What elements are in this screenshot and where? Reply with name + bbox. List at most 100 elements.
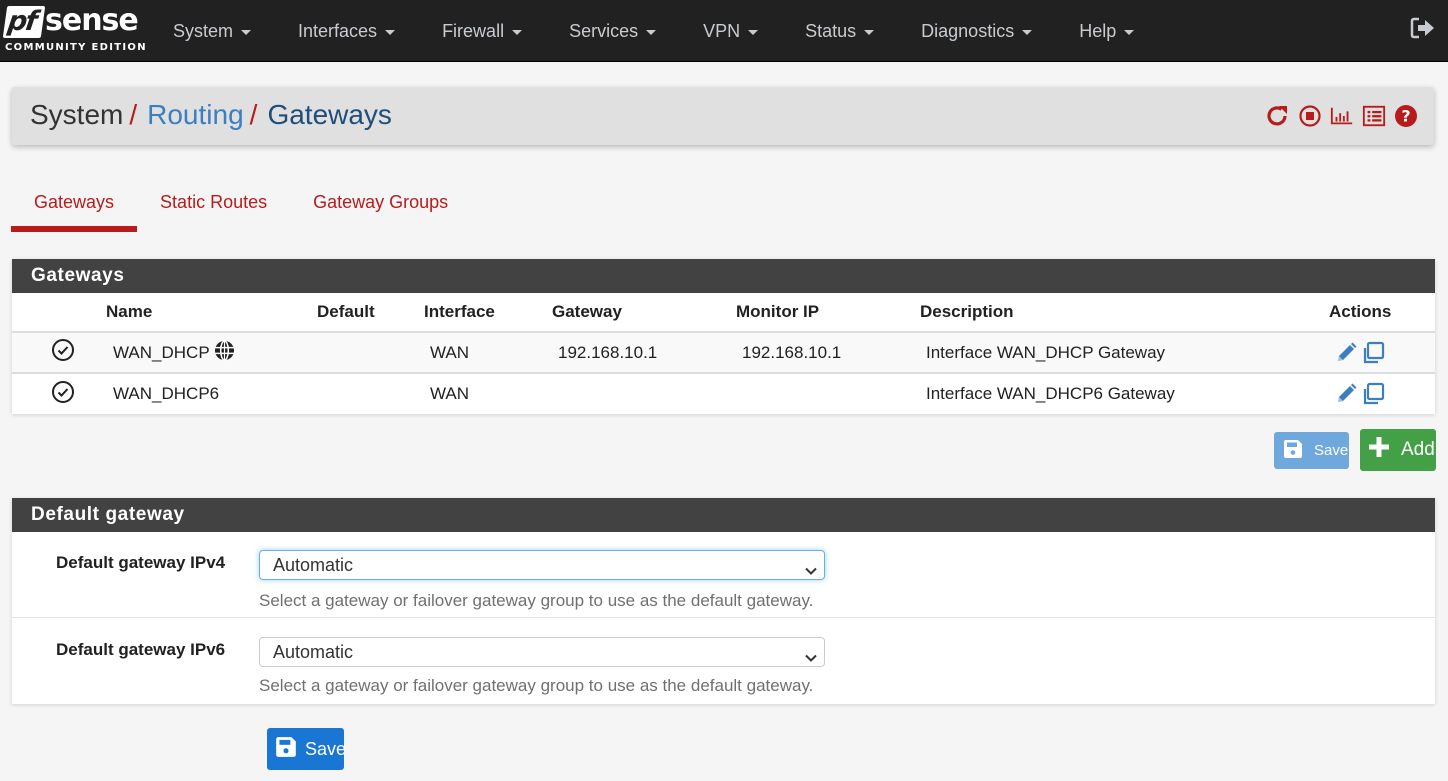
check-circle-icon bbox=[52, 339, 74, 361]
default-gateway-ipv6-row: Default gateway IPv6 Automatic Select a … bbox=[12, 618, 1435, 704]
nav-interfaces-label: Interfaces bbox=[298, 20, 378, 41]
floppy-disk-icon bbox=[1282, 438, 1304, 464]
chevron-down-icon bbox=[804, 558, 818, 586]
globe-icon bbox=[214, 339, 235, 366]
name-cell: WAN_DHCP bbox=[106, 332, 317, 374]
gateways-panel: Gateways Name Default Interface Gateway … bbox=[12, 259, 1435, 414]
tab-gateways[interactable]: Gateways bbox=[11, 176, 138, 232]
nav-services[interactable]: Services bbox=[569, 21, 657, 42]
nav-help[interactable]: Help bbox=[1079, 20, 1135, 42]
caret-down-icon bbox=[385, 29, 396, 35]
logo-edition-text: COMMUNITY EDITION bbox=[5, 42, 147, 53]
chevron-down-icon bbox=[804, 645, 818, 673]
interface-cell: WAN bbox=[424, 332, 552, 374]
save-gateways-label: Save bbox=[1314, 442, 1349, 459]
breadcrumb-separator: / bbox=[129, 99, 138, 130]
default-gateway-ipv4-select[interactable]: Automatic bbox=[259, 550, 825, 580]
default-gateway-ipv6-help: Select a gateway or failover gateway gro… bbox=[259, 676, 814, 695]
table-row[interactable]: WAN_DHCP6 WAN Interface WAN_DHCP6 Gatewa… bbox=[12, 373, 1435, 414]
floppy-disk-icon bbox=[274, 735, 298, 764]
nav-status[interactable]: Status bbox=[805, 20, 875, 42]
caret-down-icon bbox=[1022, 29, 1033, 35]
default-gateway-ipv6-value: Automatic bbox=[273, 642, 354, 662]
caret-down-icon bbox=[241, 29, 252, 35]
nav-status-label: Status bbox=[805, 20, 857, 41]
nav-help-label: Help bbox=[1079, 20, 1117, 41]
check-circle-icon bbox=[52, 380, 74, 403]
col-monitor-ip[interactable]: Monitor IP bbox=[736, 293, 920, 333]
caret-down-icon bbox=[512, 29, 523, 35]
plus-icon bbox=[1367, 435, 1391, 465]
main-menu: System Interfaces Firewall Services VPN … bbox=[173, 0, 1135, 62]
pfsense-logo[interactable]: pf sense COMMUNITY EDITION bbox=[2, 4, 146, 56]
tab-static-routes[interactable]: Static Routes bbox=[137, 176, 290, 232]
edit-pencil-icon[interactable] bbox=[1335, 383, 1357, 405]
nav-firewall-label: Firewall bbox=[442, 20, 505, 41]
status-cell bbox=[12, 373, 106, 414]
add-gateway-label: Add bbox=[1401, 439, 1435, 460]
breadcrumb-gateways[interactable]: Gateways bbox=[267, 99, 392, 130]
breadcrumb: System / Routing / Gateways bbox=[30, 99, 392, 131]
tab-bar: Gateways Static Routes Gateway Groups bbox=[11, 176, 471, 232]
monitor-ip-cell bbox=[736, 373, 920, 414]
bar-chart-icon[interactable] bbox=[1330, 104, 1354, 128]
nav-system[interactable]: System bbox=[173, 20, 252, 42]
col-name[interactable]: Name bbox=[106, 293, 317, 333]
copy-icon[interactable] bbox=[1361, 341, 1385, 365]
nav-interfaces[interactable]: Interfaces bbox=[298, 20, 396, 42]
reload-icon[interactable] bbox=[1266, 104, 1290, 128]
breadcrumb-separator: / bbox=[249, 99, 258, 130]
sign-out-icon[interactable] bbox=[1410, 16, 1436, 40]
name-cell: WAN_DHCP6 bbox=[113, 384, 220, 403]
tab-gateway-groups[interactable]: Gateway Groups bbox=[290, 176, 471, 232]
col-interface[interactable]: Interface bbox=[424, 293, 552, 333]
caret-down-icon bbox=[748, 29, 759, 35]
list-icon[interactable] bbox=[1362, 104, 1386, 128]
stop-circle-icon[interactable] bbox=[1298, 104, 1322, 128]
interface-cell: WAN bbox=[430, 384, 470, 403]
nav-diagnostics-label: Diagnostics bbox=[921, 20, 1015, 41]
default-cell bbox=[317, 373, 424, 414]
save-gateways-button[interactable]: Save bbox=[1274, 432, 1349, 469]
default-gateway-ipv4-label: Default gateway IPv4 bbox=[56, 553, 226, 572]
default-gateway-ipv4-help: Select a gateway or failover gateway gro… bbox=[259, 591, 814, 610]
default-cell bbox=[317, 332, 424, 374]
caret-down-icon bbox=[864, 29, 875, 35]
col-status bbox=[12, 293, 106, 333]
default-gateway-ipv6-label: Default gateway IPv6 bbox=[56, 640, 226, 659]
gateways-table: Name Default Interface Gateway Monitor I… bbox=[12, 293, 1435, 414]
nav-firewall[interactable]: Firewall bbox=[442, 20, 523, 42]
copy-icon[interactable] bbox=[1361, 382, 1385, 406]
default-gateway-ipv4-row: Default gateway IPv4 Automatic Select a … bbox=[12, 532, 1435, 618]
col-default[interactable]: Default bbox=[317, 293, 424, 333]
gateway-cell bbox=[552, 373, 736, 414]
top-navbar: pf sense COMMUNITY EDITION System Interf… bbox=[0, 0, 1448, 62]
gateway-name: WAN_DHCP bbox=[113, 342, 210, 362]
table-header-row: Name Default Interface Gateway Monitor I… bbox=[12, 293, 1435, 333]
default-gateway-ipv6-select[interactable]: Automatic bbox=[259, 637, 825, 667]
edit-pencil-icon[interactable] bbox=[1335, 342, 1357, 364]
nav-vpn-label: VPN bbox=[703, 20, 741, 41]
logo-pf-mark: pf bbox=[2, 6, 46, 38]
col-gateway[interactable]: Gateway bbox=[552, 293, 736, 333]
save-label: Save bbox=[305, 738, 347, 759]
nav-system-label: System bbox=[173, 20, 234, 41]
breadcrumb-system: System bbox=[30, 99, 124, 130]
gateways-panel-title: Gateways bbox=[12, 259, 1435, 293]
page-header: System / Routing / Gateways ? bbox=[12, 87, 1434, 145]
header-icon-bar: ? bbox=[1266, 104, 1418, 128]
gateway-cell: 192.168.10.1 bbox=[552, 332, 736, 374]
table-row[interactable]: WAN_DHCP WAN 192.168.10.1 192.168.10.1 I… bbox=[12, 332, 1435, 374]
breadcrumb-routing[interactable]: Routing bbox=[147, 99, 244, 130]
help-circle-icon[interactable]: ? bbox=[1394, 104, 1418, 128]
default-gateway-panel: Default gateway Default gateway IPv4 Aut… bbox=[12, 498, 1435, 704]
nav-diagnostics[interactable]: Diagnostics bbox=[921, 20, 1033, 42]
default-gateway-ipv4-value: Automatic bbox=[273, 555, 354, 575]
actions-cell bbox=[1329, 373, 1435, 414]
col-actions: Actions bbox=[1329, 293, 1435, 333]
col-description[interactable]: Description bbox=[920, 293, 1329, 333]
nav-vpn[interactable]: VPN bbox=[703, 20, 759, 42]
actions-cell bbox=[1329, 332, 1435, 374]
add-gateway-button[interactable]: Add bbox=[1360, 429, 1436, 471]
save-button[interactable]: Save bbox=[267, 728, 347, 770]
